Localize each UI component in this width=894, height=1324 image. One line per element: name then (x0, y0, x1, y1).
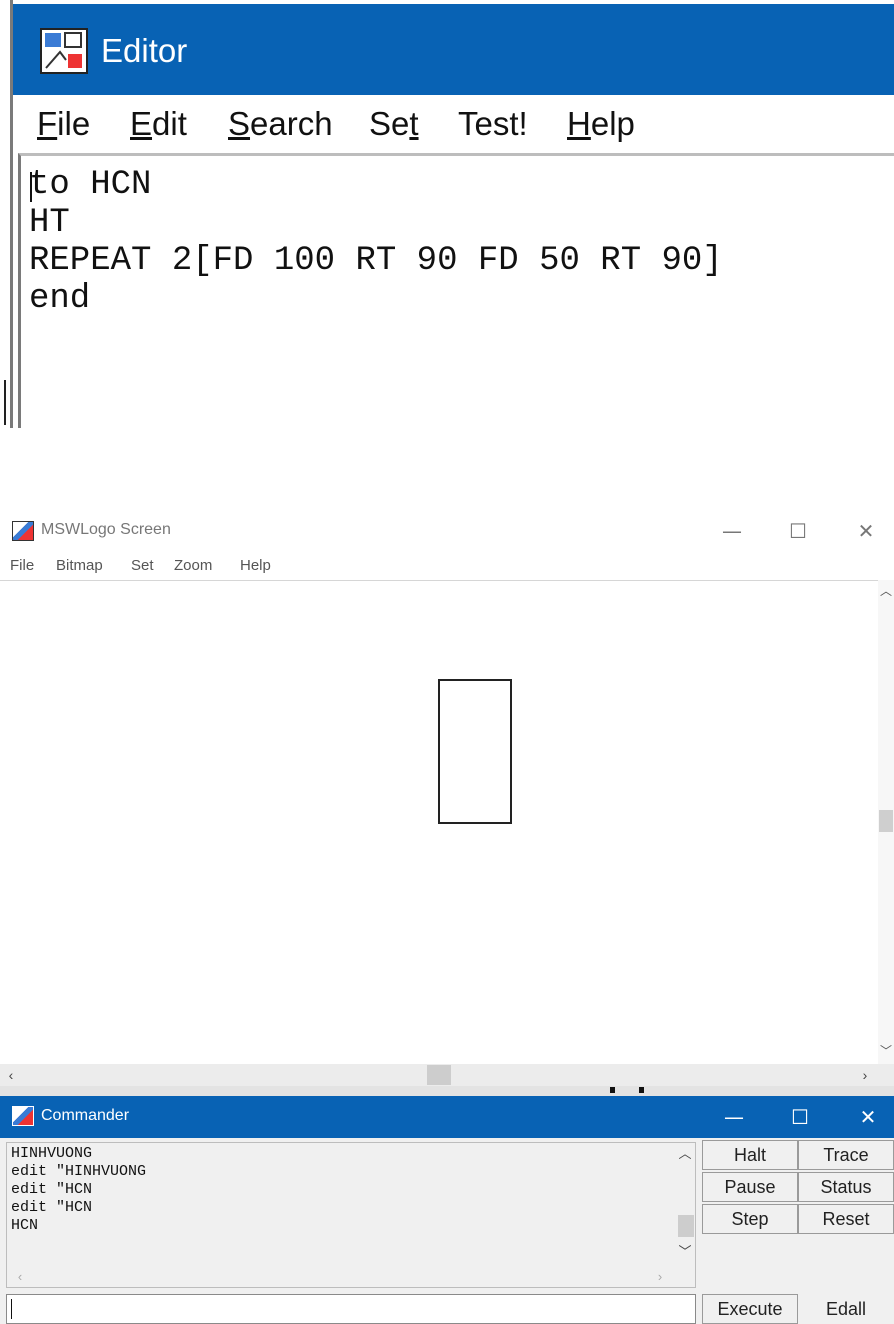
trace-button[interactable]: Trace (798, 1140, 894, 1170)
menu-file[interactable]: File (37, 105, 90, 143)
commander-title-bar[interactable]: Commander — ☐ ✕ (0, 1096, 894, 1138)
code-line: REPEAT 2[FD 100 RT 90 FD 50 RT 90] (29, 242, 723, 280)
scroll-left-icon[interactable]: ‹ (2, 1066, 20, 1084)
menu-test[interactable]: Test! (458, 105, 528, 143)
history-line[interactable]: edit "HCN (11, 1181, 146, 1199)
pause-button[interactable]: Pause (702, 1172, 798, 1202)
command-input[interactable] (6, 1294, 696, 1324)
history-line[interactable]: edit "HINHVUONG (11, 1163, 146, 1181)
commander-title: Commander (41, 1107, 130, 1124)
history-line[interactable]: HCN (11, 1217, 146, 1235)
menu-bitmap[interactable]: Bitmap (56, 557, 103, 574)
halt-button[interactable]: Halt (702, 1140, 798, 1170)
history-vertical-scrollbar[interactable]: ︿ ﹀ (675, 1143, 695, 1269)
editor-app-icon (40, 28, 88, 74)
scroll-thumb[interactable] (879, 810, 893, 832)
commander-window: Commander — ☐ ✕ HINHVUONG edit "HINHVUON… (0, 1096, 894, 1324)
minimize-icon[interactable]: — (712, 518, 752, 544)
menu-search[interactable]: Search (228, 105, 333, 143)
status-button[interactable]: Status (798, 1172, 894, 1202)
command-history-list[interactable]: HINHVUONG edit "HINHVUONG edit "HCN edit… (6, 1142, 696, 1288)
scroll-right-icon[interactable]: › (856, 1066, 874, 1084)
scroll-thumb[interactable] (427, 1065, 451, 1085)
execute-button[interactable]: Execute (702, 1294, 798, 1324)
menu-help[interactable]: Help (567, 105, 635, 143)
editor-text-area[interactable]: to HCN HT REPEAT 2[FD 100 RT 90 FD 50 RT… (18, 153, 894, 428)
window-edge-mark (4, 380, 6, 425)
scroll-corner (878, 1064, 894, 1086)
minimize-icon[interactable]: — (714, 1104, 754, 1130)
scroll-left-icon[interactable]: ‹ (11, 1268, 29, 1286)
maximize-icon[interactable]: ☐ (780, 1104, 820, 1130)
menu-file[interactable]: File (10, 557, 34, 574)
menu-edit[interactable]: Edit (130, 105, 187, 143)
menu-set[interactable]: Set (369, 105, 419, 143)
code-line: to HCN (29, 166, 152, 204)
scroll-up-icon[interactable]: ︿ (675, 1145, 695, 1163)
scroll-right-icon[interactable]: › (651, 1268, 669, 1286)
mswlogo-menu-bar: File Bitmap Set Zoom Help (0, 555, 894, 579)
drawn-rectangle (438, 679, 512, 824)
horizontal-scrollbar[interactable]: ‹ › (0, 1064, 878, 1086)
editor-window: Editor File Edit Search Set Test! Help t… (10, 0, 894, 428)
maximize-icon[interactable]: ☐ (778, 518, 818, 544)
mswlogo-app-icon (12, 521, 34, 541)
scroll-down-icon[interactable]: ﹀ (878, 1042, 894, 1060)
code-line: end (29, 280, 91, 318)
overlap-mark (610, 1087, 644, 1093)
drawing-canvas[interactable] (0, 580, 878, 1064)
code-line: HT (29, 204, 70, 242)
history-line[interactable]: HINHVUONG (11, 1145, 146, 1163)
menu-help[interactable]: Help (240, 557, 271, 574)
history-line[interactable]: edit "HCN (11, 1199, 146, 1217)
input-caret (11, 1299, 12, 1319)
vertical-scrollbar[interactable]: ︿ ﹀ (878, 580, 894, 1064)
scroll-thumb[interactable] (678, 1215, 694, 1237)
reset-button[interactable]: Reset (798, 1204, 894, 1234)
editor-title: Editor (101, 32, 188, 69)
menu-zoom[interactable]: Zoom (174, 557, 212, 574)
editor-menu-bar: File Edit Search Set Test! Help (13, 95, 894, 153)
close-icon[interactable]: ✕ (846, 518, 886, 544)
history-horizontal-scrollbar[interactable]: ‹ › (7, 1267, 675, 1287)
mswlogo-title: MSWLogo Screen (41, 521, 171, 538)
menu-set[interactable]: Set (131, 557, 154, 574)
mswlogo-screen-window: MSWLogo Screen — ☐ ✕ File Bitmap Set Zoo… (0, 512, 894, 1098)
edall-button[interactable]: Edall (798, 1294, 894, 1324)
scroll-up-icon[interactable]: ︿ (878, 582, 894, 600)
mswlogo-title-bar[interactable]: MSWLogo Screen — ☐ ✕ (0, 512, 894, 550)
step-button[interactable]: Step (702, 1204, 798, 1234)
editor-title-bar[interactable]: Editor (13, 4, 894, 95)
window-divider (0, 1086, 894, 1096)
commander-app-icon (12, 1106, 34, 1126)
close-icon[interactable]: ✕ (848, 1104, 888, 1130)
scroll-down-icon[interactable]: ﹀ (675, 1243, 695, 1261)
text-caret (30, 172, 32, 202)
